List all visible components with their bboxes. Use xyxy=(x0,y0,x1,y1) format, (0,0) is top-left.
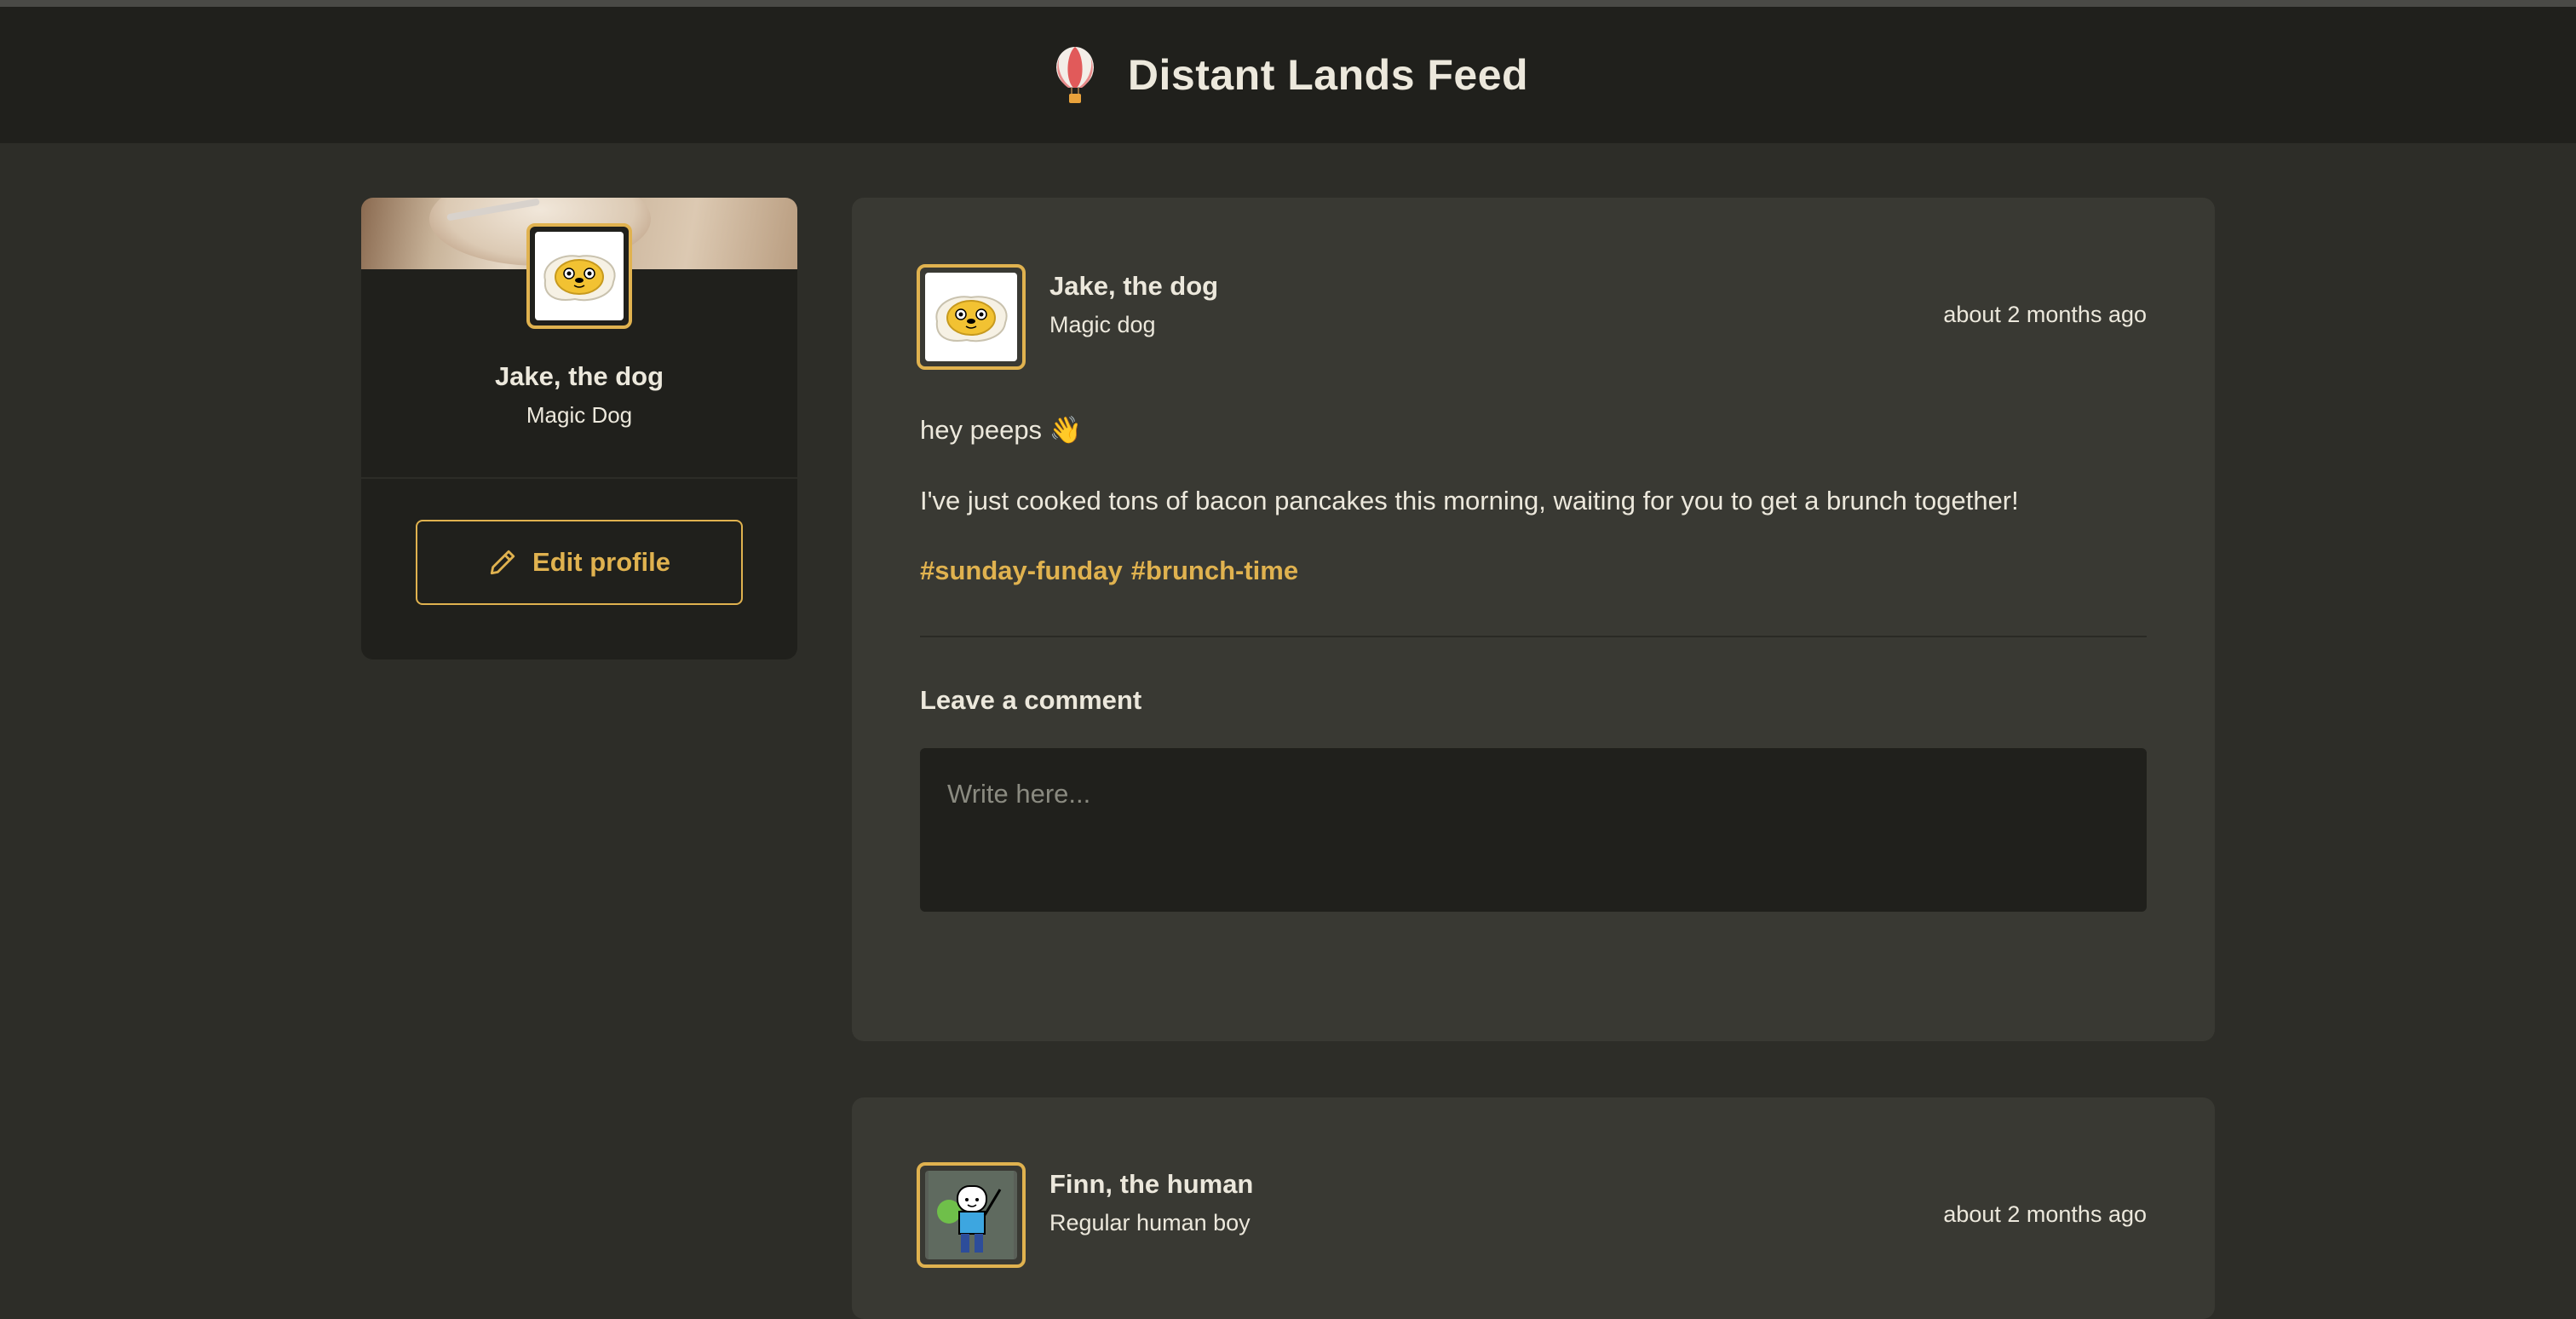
post-tags: #sunday-funday #brunch-time xyxy=(920,556,1307,586)
avatar[interactable] xyxy=(917,264,1026,370)
post-text-line: I've just cooked tons of bacon pancakes … xyxy=(920,486,2019,516)
post-text-line: hey peeps 👋 xyxy=(920,415,1083,445)
profile-role: Magic Dog xyxy=(526,402,633,428)
app-title: Distant Lands Feed xyxy=(1127,51,1529,99)
hot-air-balloon-icon xyxy=(1055,47,1094,103)
jake-egg-avatar-icon xyxy=(935,296,1008,343)
post-author[interactable]: Jake, the dog xyxy=(1049,271,1218,302)
profile-name: Jake, the dog xyxy=(494,361,664,391)
post-author[interactable]: Finn, the human xyxy=(1049,1169,1253,1200)
profile-divider xyxy=(361,477,797,479)
edit-profile-label: Edit profile xyxy=(532,547,670,577)
comment-input[interactable] xyxy=(920,748,2147,912)
hashtag-link[interactable]: #brunch-time xyxy=(1131,556,1298,585)
post-divider xyxy=(920,636,2147,637)
post-card: Finn, the human Regular human boy about … xyxy=(852,1097,2215,1319)
post-card: Jake, the dog Magic dog about 2 months a… xyxy=(852,198,2215,1041)
window-top-border xyxy=(0,0,2576,7)
edit-profile-button[interactable]: Edit profile xyxy=(416,520,743,605)
avatar[interactable] xyxy=(526,223,632,329)
hashtag-link[interactable]: #sunday-funday xyxy=(920,556,1123,585)
pencil-icon xyxy=(490,550,515,575)
comment-heading: Leave a comment xyxy=(920,685,1142,715)
jake-egg-avatar-icon xyxy=(543,255,616,302)
avatar[interactable] xyxy=(917,1162,1026,1268)
profile-card: Jake, the dog Magic Dog Edit profile xyxy=(361,198,797,660)
post-timestamp: about 2 months ago xyxy=(1943,1201,2147,1227)
post-author-subtitle: Magic dog xyxy=(1049,312,1156,337)
post-timestamp: about 2 months ago xyxy=(1943,302,2147,327)
finn-avatar-icon xyxy=(929,1171,1014,1259)
post-author-subtitle: Regular human boy xyxy=(1049,1210,1251,1235)
app-header: Distant Lands Feed xyxy=(0,7,2576,143)
